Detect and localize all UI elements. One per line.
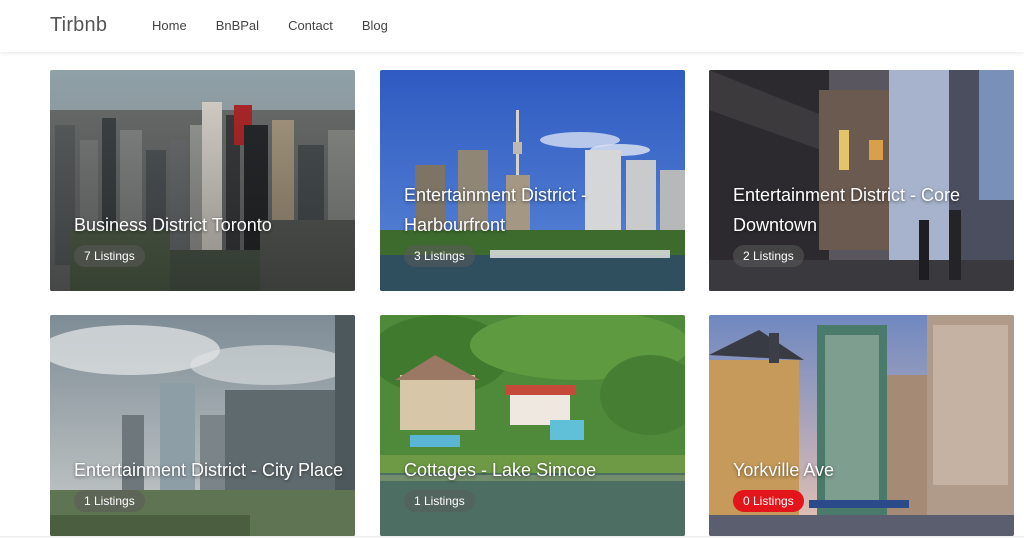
card-title: Entertainment District - City Place xyxy=(74,460,344,480)
neighbourhood-card-city-place[interactable]: Entertainment District - City Place 1 Li… xyxy=(50,315,355,536)
listings-badge: 0 Listings xyxy=(733,490,804,512)
listings-badge: 3 Listings xyxy=(404,245,475,267)
nav-bnbpal[interactable]: BnBPal xyxy=(216,18,259,34)
listings-badge: 1 Listings xyxy=(404,490,475,512)
card-title: Entertainment District - Harbourfront xyxy=(404,185,588,235)
neighbourhood-card-business-district[interactable]: Business District Toronto 7 Listings xyxy=(50,70,355,291)
top-navbar: Tirbnb Home BnBPal Contact Blog xyxy=(0,0,1024,52)
nav-blog[interactable]: Blog xyxy=(362,18,388,34)
neighbourhood-card-lake-simcoe[interactable]: Cottages - Lake Simcoe 1 Listings xyxy=(380,315,685,536)
neighbourhood-card-core-downtown[interactable]: Entertainment District - Core Downtown 2… xyxy=(709,70,1014,291)
brand-logo[interactable]: Tirbnb xyxy=(50,14,107,37)
listings-badge: 1 Listings xyxy=(74,490,145,512)
card-title: Cottages - Lake Simcoe xyxy=(404,460,597,480)
card-title: Entertainment District - Core Downtown xyxy=(733,185,961,235)
neighbourhood-card-harbourfront[interactable]: Entertainment District - Harbourfront 3 … xyxy=(380,70,685,291)
nav-home[interactable]: Home xyxy=(152,18,187,34)
card-title: Yorkville Ave xyxy=(733,460,835,480)
card-title: Business District Toronto xyxy=(74,215,272,235)
listings-badge: 2 Listings xyxy=(733,245,804,267)
listings-badge: 7 Listings xyxy=(74,245,145,267)
nav-contact[interactable]: Contact xyxy=(288,18,333,34)
neighbourhood-grid: Business District Toronto 7 Listings Ent… xyxy=(50,70,1014,536)
nav-links: Home BnBPal Contact Blog xyxy=(152,18,417,34)
neighbourhood-card-yorkville[interactable]: Yorkville Ave 0 Listings xyxy=(709,315,1014,536)
